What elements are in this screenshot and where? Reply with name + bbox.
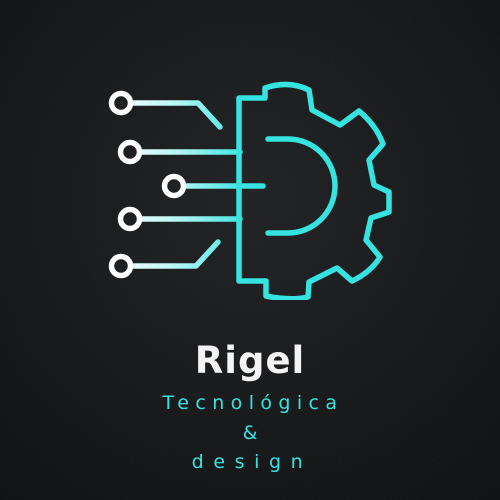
tagline-ampersand: &: [242, 422, 258, 444]
circuit-node-1: [108, 90, 134, 116]
brand-name: Rigel: [194, 339, 306, 382]
circuit-node-3: [161, 173, 187, 199]
circuit-traces: [131, 100, 266, 269]
circuit-nodes: [108, 90, 187, 279]
circuit-node-4: [117, 206, 143, 232]
gear-outline: [236, 81, 392, 300]
circuit-trace-1: [131, 100, 223, 130]
circuit-gear-icon: [108, 81, 392, 300]
tagline-line-1: Tecnológica: [162, 392, 344, 414]
gear-inner-arc: [265, 136, 338, 236]
circuit-node-5: [108, 253, 134, 279]
circuit-trace-5: [131, 239, 221, 269]
tagline-line-3: design: [191, 451, 313, 473]
circuit-node-2: [117, 139, 143, 165]
